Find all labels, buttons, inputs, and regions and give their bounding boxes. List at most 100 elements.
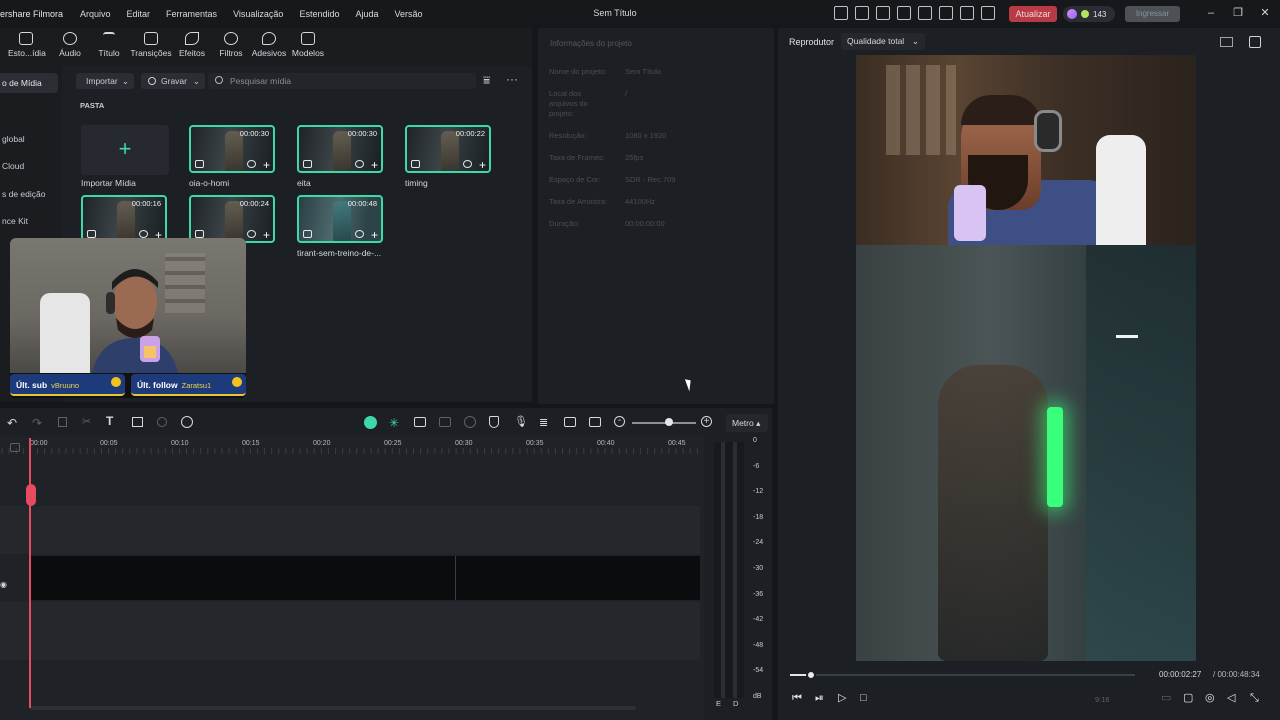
play-reverse-icon[interactable]: ⏯ [815, 693, 826, 704]
playback-scrubber[interactable] [790, 674, 1135, 676]
menu-editar[interactable]: Editar [127, 9, 151, 19]
undo-icon[interactable]: ↶ [7, 416, 17, 430]
gift-icon[interactable] [834, 6, 848, 20]
aspect-ratio-selector[interactable]: 9:16 [1095, 695, 1110, 704]
volume-icon[interactable]: ◁ [1227, 693, 1238, 704]
crop-icon[interactable] [132, 417, 143, 427]
tool-stock-media[interactable]: Esto...ídia [8, 32, 46, 58]
media-clip-3[interactable]: 00:00:22 + [405, 125, 491, 173]
preview-video-frame[interactable] [856, 55, 1196, 661]
media-clip-1[interactable]: 00:00:30 + [189, 125, 275, 173]
tool-filters[interactable]: Filtros [216, 32, 246, 58]
send-icon[interactable] [855, 6, 869, 20]
scrubber-handle[interactable] [806, 670, 816, 680]
split-screen-icon[interactable] [589, 417, 601, 427]
menu-ajuda[interactable]: Ajuda [355, 9, 378, 19]
add-to-timeline-icon[interactable]: + [479, 159, 486, 171]
smart-tool-icon[interactable] [364, 416, 377, 429]
sidebar-item-global[interactable]: global [0, 129, 58, 149]
meter-toggle[interactable]: Metro ▴ [726, 414, 768, 432]
import-dropdown[interactable]: Importar ⌄ [76, 73, 134, 89]
render-icon[interactable] [414, 417, 426, 427]
media-clip-2[interactable]: 00:00:30 + [297, 125, 383, 173]
previous-frame-icon[interactable]: ⏮ [792, 693, 803, 704]
color-icon[interactable] [157, 417, 167, 427]
minimize-icon[interactable]: – [1205, 7, 1217, 19]
stabilize-icon[interactable] [464, 416, 476, 428]
timeline-track-4[interactable] [0, 662, 700, 710]
list-icon[interactable] [876, 6, 890, 20]
quality-dropdown[interactable]: Qualidade total ⌄ [841, 33, 925, 50]
sidebar-item-kit[interactable]: nce Kit [0, 211, 58, 231]
playhead[interactable] [29, 438, 31, 708]
add-to-timeline-icon[interactable]: + [371, 229, 378, 241]
sidebar-item-project-media[interactable]: o de Mídia [0, 73, 58, 93]
preview-icon[interactable] [247, 230, 256, 238]
display-icon[interactable]: ▢ [1183, 693, 1194, 704]
tool-title[interactable]: Título [96, 32, 122, 58]
audio-list-icon[interactable]: ≣ [539, 416, 548, 429]
redo-icon[interactable]: ↷ [32, 416, 42, 430]
ai-cut-icon[interactable]: ✳ [389, 416, 399, 430]
tool-audio[interactable]: Áudio [56, 32, 84, 58]
fullscreen-icon[interactable]: ⤡ [1250, 693, 1261, 704]
text-tool-icon[interactable]: T [106, 414, 113, 428]
camera-icon[interactable]: ◎ [1205, 693, 1216, 704]
cut-icon[interactable]: ✂ [82, 415, 91, 428]
zoom-slider-handle[interactable] [665, 418, 673, 426]
restore-icon[interactable]: ❐ [1232, 7, 1244, 19]
sidebar-item-edit-presets[interactable]: s de edição [0, 184, 58, 204]
media-clip-4[interactable]: 00:00:16 + [81, 195, 167, 243]
preview-icon[interactable] [247, 160, 256, 168]
add-to-timeline-icon[interactable]: + [263, 229, 270, 241]
more-options-icon[interactable]: ··· [506, 72, 518, 86]
save-icon[interactable] [918, 6, 932, 20]
delete-icon[interactable] [58, 417, 67, 427]
play-icon[interactable]: ▷ [838, 693, 849, 704]
grid-icon[interactable] [981, 6, 995, 20]
snapshot-icon[interactable] [1249, 36, 1261, 48]
timeline-track-3[interactable] [0, 602, 700, 660]
preview-icon[interactable] [463, 160, 472, 168]
menu-visualizacao[interactable]: Visualização [233, 9, 283, 19]
shield-icon[interactable] [489, 416, 499, 428]
record-dropdown[interactable]: Gravar ⌄ [141, 73, 205, 89]
zoom-slider[interactable] [632, 422, 696, 424]
timeline-track-empty[interactable] [0, 454, 700, 504]
menu-versao[interactable]: Versão [395, 9, 423, 19]
login-button[interactable]: Ingressar [1125, 6, 1180, 22]
eye-icon[interactable]: ◉ [0, 580, 7, 589]
headset-icon[interactable] [960, 6, 974, 20]
zoom-in-icon[interactable]: + [701, 416, 712, 427]
menu-estendido[interactable]: Estendido [299, 9, 339, 19]
tool-transitions[interactable]: Transições [130, 32, 172, 58]
tool-stickers[interactable]: Adesivos [251, 32, 287, 58]
cloud-icon[interactable] [939, 6, 953, 20]
update-button[interactable]: Atualizar [1009, 6, 1057, 22]
close-icon[interactable]: ✕ [1259, 7, 1271, 19]
add-to-timeline-icon[interactable]: + [371, 159, 378, 171]
track-settings-icon[interactable] [10, 443, 20, 452]
add-to-timeline-icon[interactable]: + [263, 159, 270, 171]
render-preview-icon[interactable]: ▭ [1161, 693, 1172, 704]
credits-badge[interactable]: 143 [1063, 6, 1115, 22]
screen-icon[interactable] [897, 6, 911, 20]
import-media-tile[interactable]: + [81, 125, 169, 175]
preview-icon[interactable] [139, 230, 148, 238]
tool-effects[interactable]: Efeitos [176, 32, 208, 58]
layout-icon[interactable] [1220, 37, 1233, 47]
sidebar-item-cloud[interactable]: Cloud [0, 156, 58, 176]
timeline[interactable] [0, 436, 704, 720]
microphone-icon[interactable]: 🎙 [514, 415, 528, 428]
media-clip-5[interactable]: 00:00:24 + [189, 195, 275, 243]
timeline-horizontal-scrollbar[interactable] [30, 706, 636, 710]
zoom-out-icon[interactable]: - [614, 416, 625, 427]
playhead-handle[interactable] [26, 484, 36, 506]
speed-icon[interactable] [181, 416, 193, 428]
search-media-input[interactable]: Pesquisar mídia [208, 73, 476, 89]
preview-icon[interactable] [355, 160, 364, 168]
tool-templates[interactable]: Modelos [291, 32, 325, 58]
menu-arquivo[interactable]: Arquivo [80, 9, 111, 19]
replace-icon[interactable] [439, 417, 451, 427]
media-clip-6[interactable]: 00:00:48 + [297, 195, 383, 243]
